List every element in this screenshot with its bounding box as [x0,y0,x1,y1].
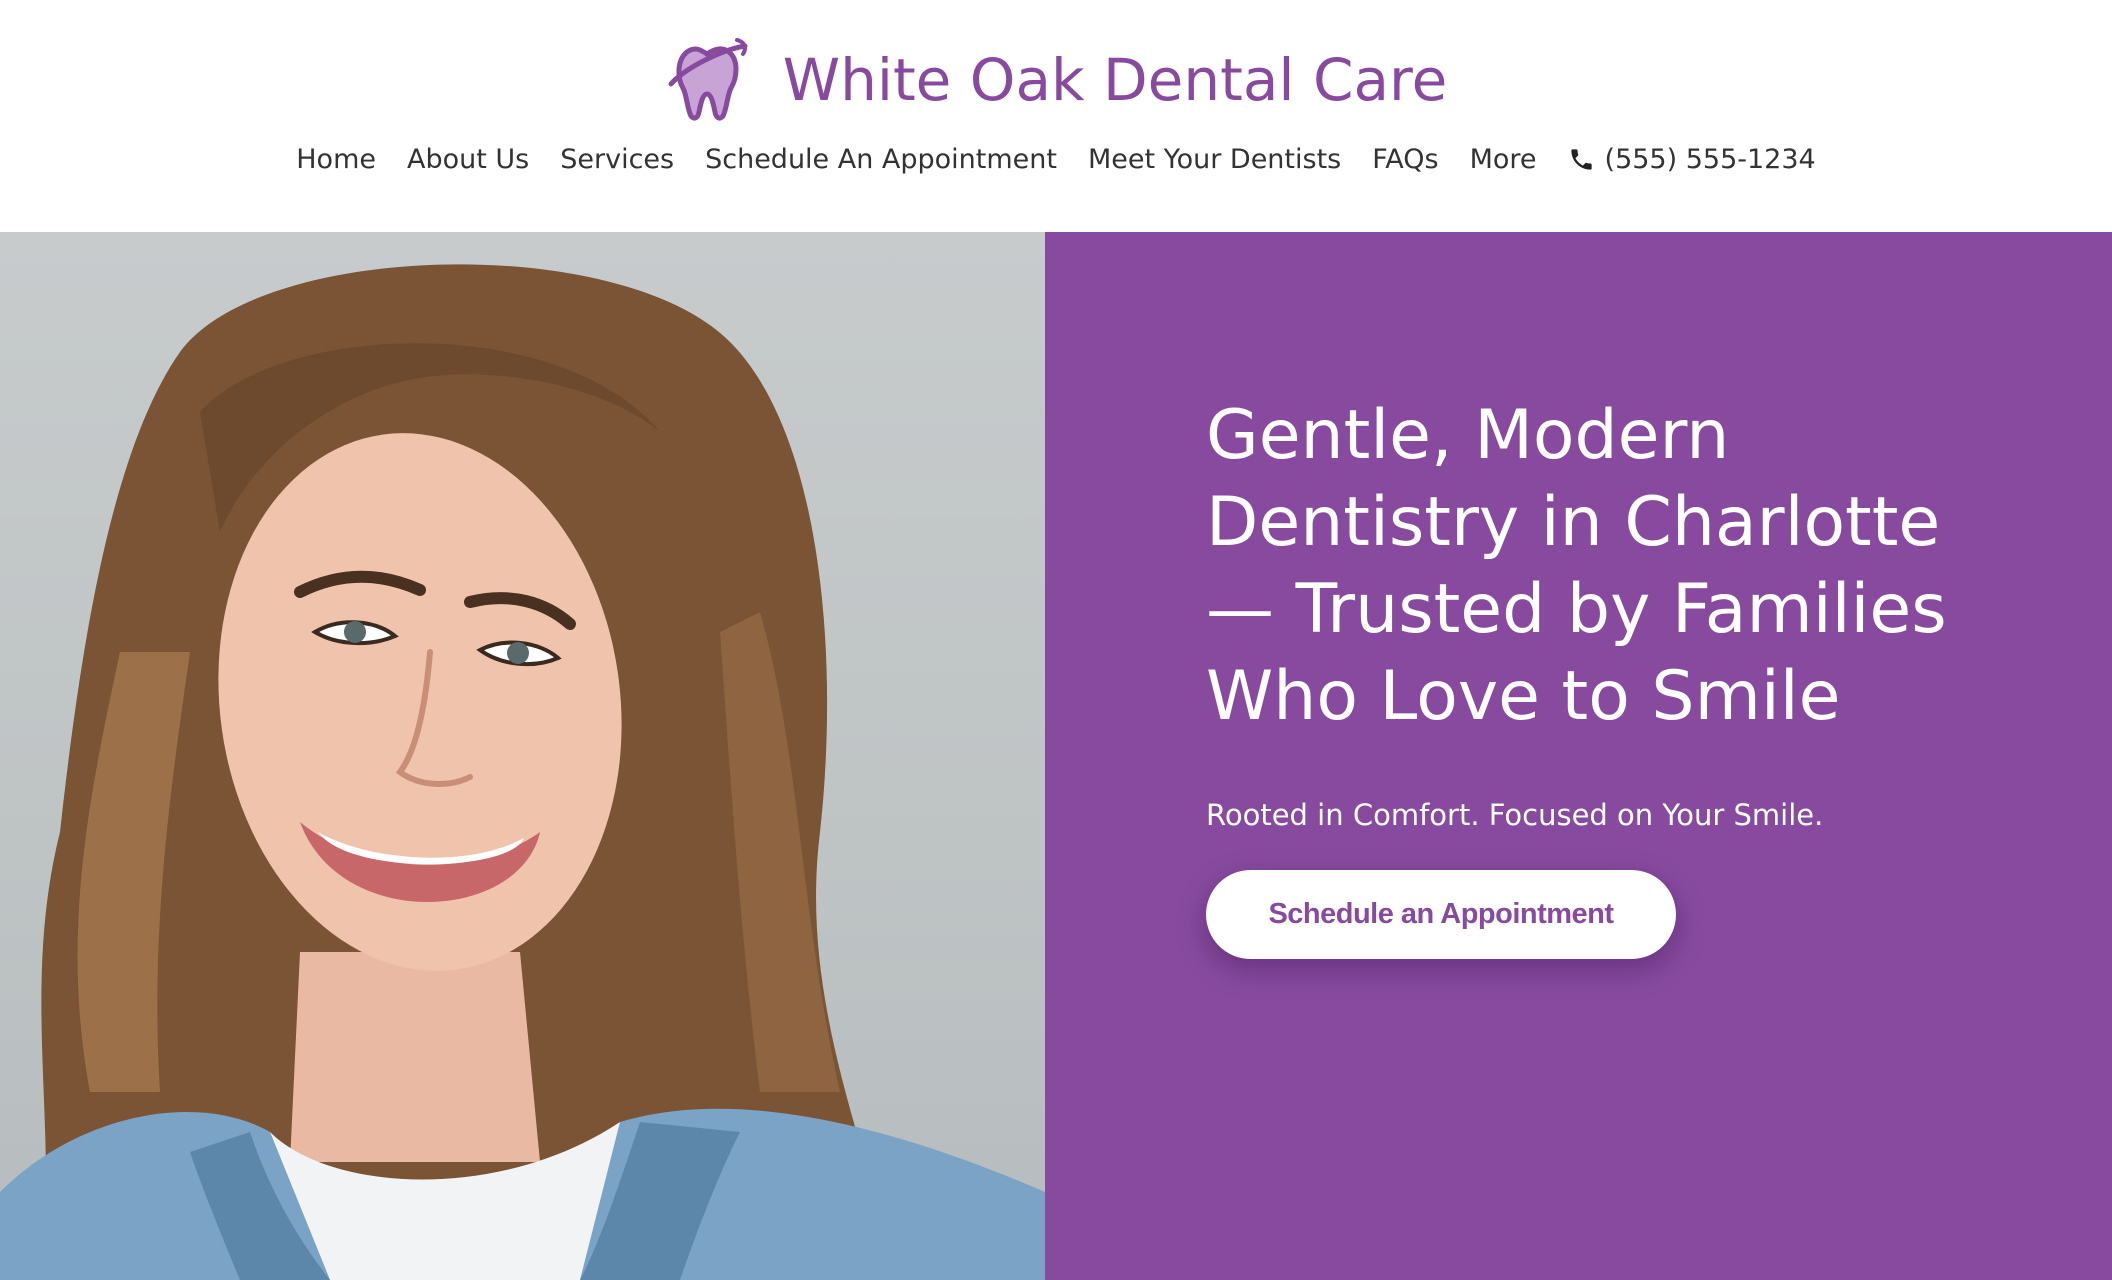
nav-item-faqs[interactable]: FAQs [1372,144,1438,175]
hero-subtitle: Rooted in Comfort. Focused on Your Smile… [1206,798,1824,832]
phone-number: (555) 555-1234 [1604,143,1816,175]
brand[interactable]: White Oak Dental Care [0,30,2112,130]
schedule-appointment-label: Schedule an Appointment [1268,898,1614,930]
hero-title: Gentle, Modern Dentistry in Charlotte — … [1206,396,1947,736]
nav-item-schedule-appointment[interactable]: Schedule An Appointment [705,144,1057,175]
phone-link[interactable]: (555) 555-1234 [1568,144,1816,175]
smiling-woman-illustration [0,264,1045,1280]
nav-item-meet-your-dentists[interactable]: Meet Your Dentists [1088,144,1341,175]
brand-name: White Oak Dental Care [782,46,1448,114]
main-nav: Home About Us Services Schedule An Appoi… [0,136,2112,182]
nav-item-services[interactable]: Services [560,144,674,175]
hero-section: Gentle, Modern Dentistry in Charlotte — … [0,232,2112,1280]
nav-item-more[interactable]: More [1470,144,1537,175]
nav-item-about-us[interactable]: About Us [407,144,529,175]
nav-item-home[interactable]: Home [296,144,376,175]
hero-panel: Gentle, Modern Dentistry in Charlotte — … [1045,232,2112,1280]
tooth-icon [668,38,748,121]
site-header: White Oak Dental Care Home About Us Serv… [0,0,2112,232]
phone-icon [1570,148,1592,170]
schedule-appointment-button[interactable]: Schedule an Appointment [1206,870,1676,959]
hero-content: Gentle, Modern Dentistry in Charlotte — … [1206,392,2006,959]
hero-photo [0,232,1045,1280]
